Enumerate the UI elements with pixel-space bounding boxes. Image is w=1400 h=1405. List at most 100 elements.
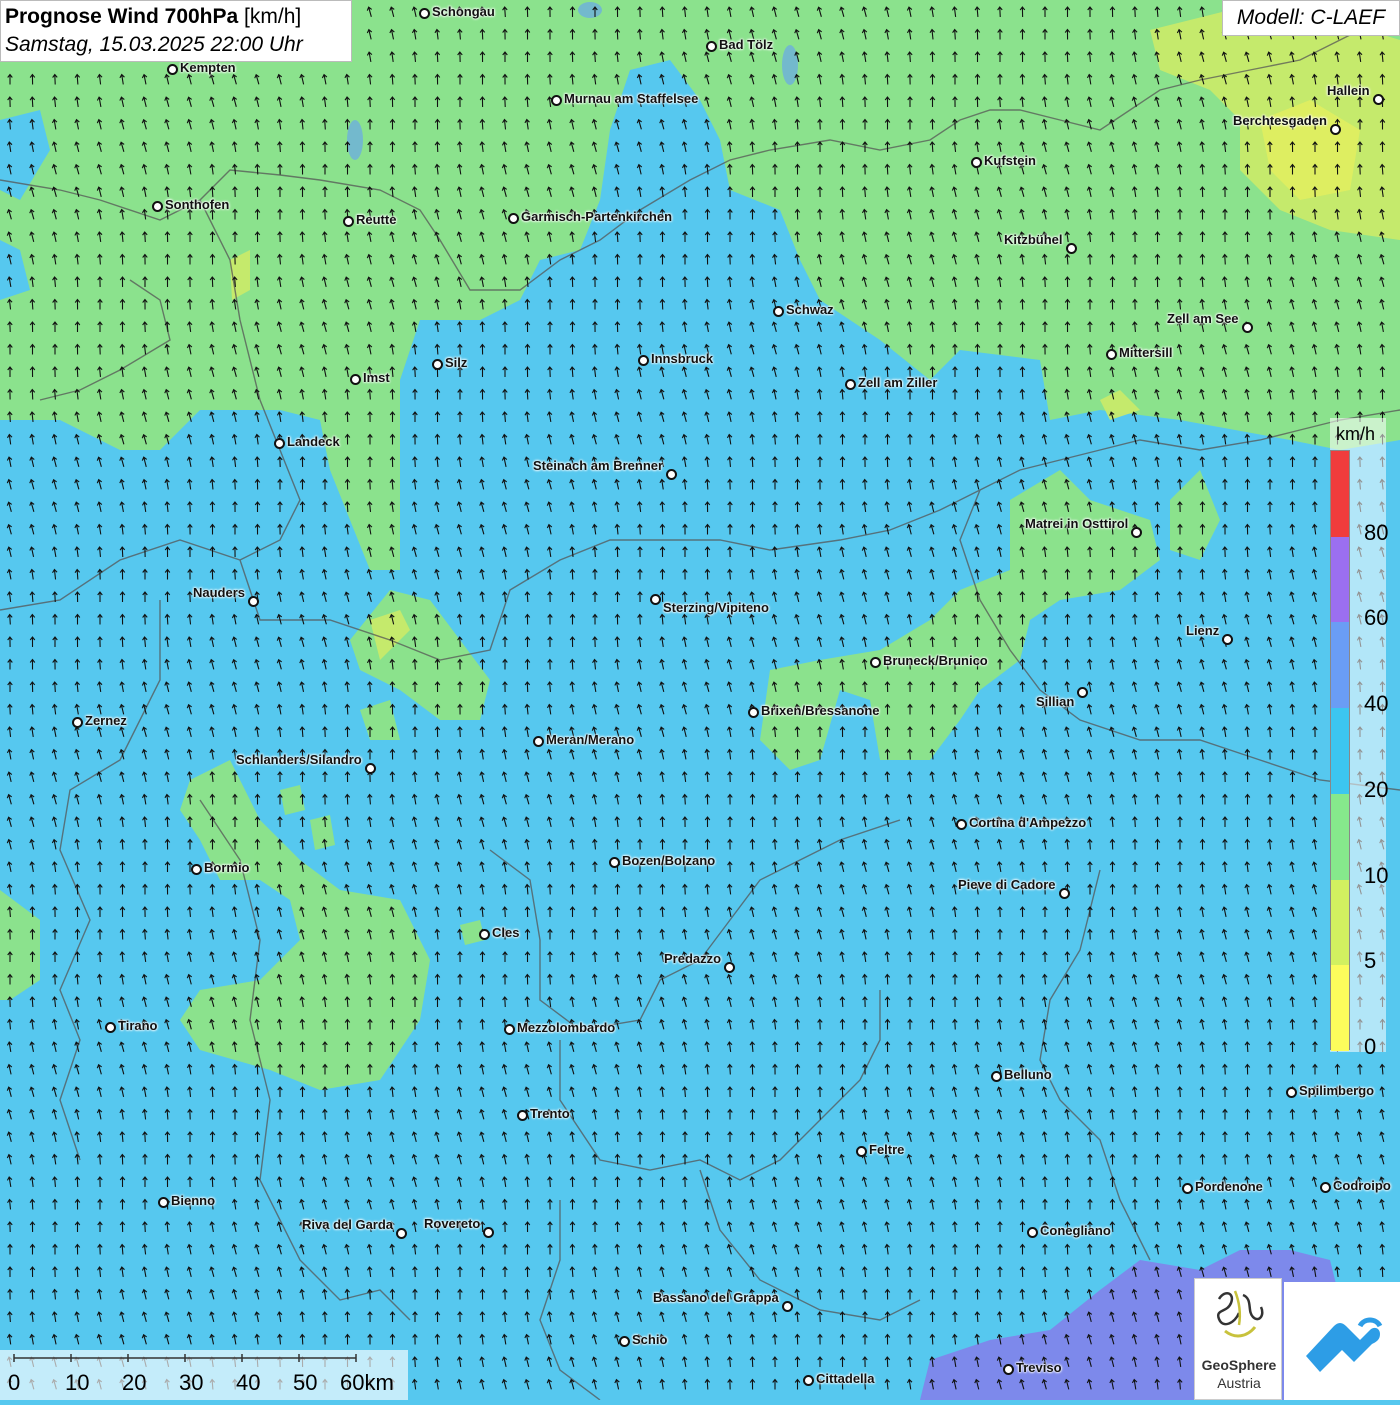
city-marker (1182, 1183, 1193, 1194)
city-label: Bassano del Grappa (653, 1290, 779, 1305)
city-label: Silz (445, 355, 468, 370)
legend-segment (1331, 965, 1349, 1051)
city-marker (1330, 124, 1341, 135)
city-label: Bozen/Bolzano (622, 853, 716, 868)
legend-label: 60 (1364, 605, 1389, 631)
city-label: Bruneck/Brunico (883, 653, 988, 668)
legend-segment (1331, 622, 1349, 709)
forecast-date: Samstag, 15.03.2025 22:00 Uhr (5, 33, 303, 56)
city-label: Zell am Ziller (858, 375, 938, 390)
city-marker (72, 717, 83, 728)
city-label: Reutte (356, 212, 397, 227)
city-label: Imst (363, 370, 390, 385)
city-marker (845, 379, 856, 390)
city-label: Cortina d'Ampezzo (969, 815, 1087, 830)
geosphere-logo: GeoSphere Austria (1194, 1278, 1282, 1400)
city-marker (1242, 322, 1253, 333)
city-marker (152, 201, 163, 212)
city-label: Pieve di Cadore (958, 877, 1056, 892)
city-label: Hallein (1327, 83, 1370, 98)
city-marker (419, 8, 430, 19)
scale-bar: 0 10 20 30 40 50 60km (0, 1350, 408, 1400)
scale-label: 10 (65, 1370, 90, 1395)
city-label: Berchtesgaden (1233, 113, 1327, 128)
city-label: Kufstein (984, 153, 1036, 168)
city-label: Meran/Merano (546, 732, 635, 747)
city-label: Spilimbergo (1299, 1083, 1375, 1098)
app-logo (1284, 1282, 1400, 1400)
city-marker (533, 736, 544, 747)
city-label: Bad Tölz (719, 37, 774, 52)
legend-segment (1331, 451, 1349, 537)
scale-label: 60km (340, 1370, 394, 1395)
color-legend: km/h 80 60 40 20 10 5 0 (1330, 418, 1389, 1059)
city-marker (483, 1227, 494, 1238)
city-marker (1077, 687, 1088, 698)
city-label: Lienz (1186, 623, 1220, 638)
city-marker (619, 1336, 630, 1347)
city-label: Garmisch-Partenkirchen (521, 209, 673, 224)
city-label: Mezzolombardo (517, 1020, 616, 1035)
city-label: Schlanders/Silandro (236, 752, 362, 767)
legend-segment (1331, 708, 1349, 794)
city-label: Kitzbühel (1004, 232, 1063, 247)
city-label: Cittadella (816, 1371, 875, 1386)
city-label: Sillian (1036, 694, 1075, 709)
legend-segment (1331, 536, 1349, 623)
app-logo-icon (1306, 1317, 1383, 1372)
logo-name-1: GeoSphere (1201, 1357, 1277, 1373)
city-marker (191, 864, 202, 875)
city-label: Nauders (193, 585, 246, 600)
legend-segment (1331, 793, 1349, 880)
city-marker (724, 962, 735, 973)
city-marker (1320, 1182, 1331, 1193)
city-label: Schio (632, 1332, 668, 1347)
scale-label: 20 (122, 1370, 147, 1395)
city-marker (248, 596, 259, 607)
city-label: Pordenone (1195, 1179, 1263, 1194)
city-marker (551, 95, 562, 106)
city-marker (773, 306, 784, 317)
city-marker (971, 157, 982, 168)
city-label: Trento (530, 1106, 570, 1121)
legend-label: 5 (1364, 948, 1377, 974)
city-label: Innsbruck (651, 351, 714, 366)
city-marker (365, 763, 376, 774)
city-marker (350, 374, 361, 385)
city-marker (666, 469, 677, 480)
city-marker (343, 216, 354, 227)
city-label: Codroipo (1333, 1178, 1391, 1193)
legend-label: 40 (1364, 691, 1389, 717)
city-marker (1222, 634, 1233, 645)
city-marker (1131, 527, 1142, 538)
city-label: Tirano (118, 1018, 158, 1033)
scale-label: 50 (293, 1370, 318, 1395)
city-label: Murnau am Staffelsee (564, 91, 699, 106)
city-marker (1106, 349, 1117, 360)
city-marker (1373, 94, 1384, 105)
geosphere-logo-icon (1216, 1290, 1264, 1338)
city-label: Treviso (1016, 1360, 1062, 1375)
city-marker (1059, 888, 1070, 899)
city-label: Kempten (180, 60, 236, 75)
map-title: Prognose Wind 700hPa (5, 5, 239, 28)
city-marker (650, 594, 661, 605)
city-label: Sterzing/Vipiteno (663, 600, 769, 615)
city-label: Mittersill (1119, 345, 1173, 360)
city-marker (706, 41, 717, 52)
legend-segment (1331, 879, 1349, 966)
city-marker (782, 1301, 793, 1312)
legend-label: 80 (1364, 519, 1389, 545)
city-label: Landeck (287, 434, 340, 449)
scale-label: 40 (236, 1370, 261, 1395)
city-label: Feltre (869, 1142, 905, 1157)
city-marker (748, 707, 759, 718)
city-marker (396, 1228, 407, 1239)
city-label: Schwaz (786, 302, 834, 317)
city-marker (517, 1110, 528, 1121)
city-marker (609, 857, 620, 868)
city-label: Zell am See (1167, 311, 1239, 326)
city-marker (803, 1375, 814, 1386)
city-marker (274, 438, 285, 449)
legend-unit: km/h (1336, 424, 1376, 444)
